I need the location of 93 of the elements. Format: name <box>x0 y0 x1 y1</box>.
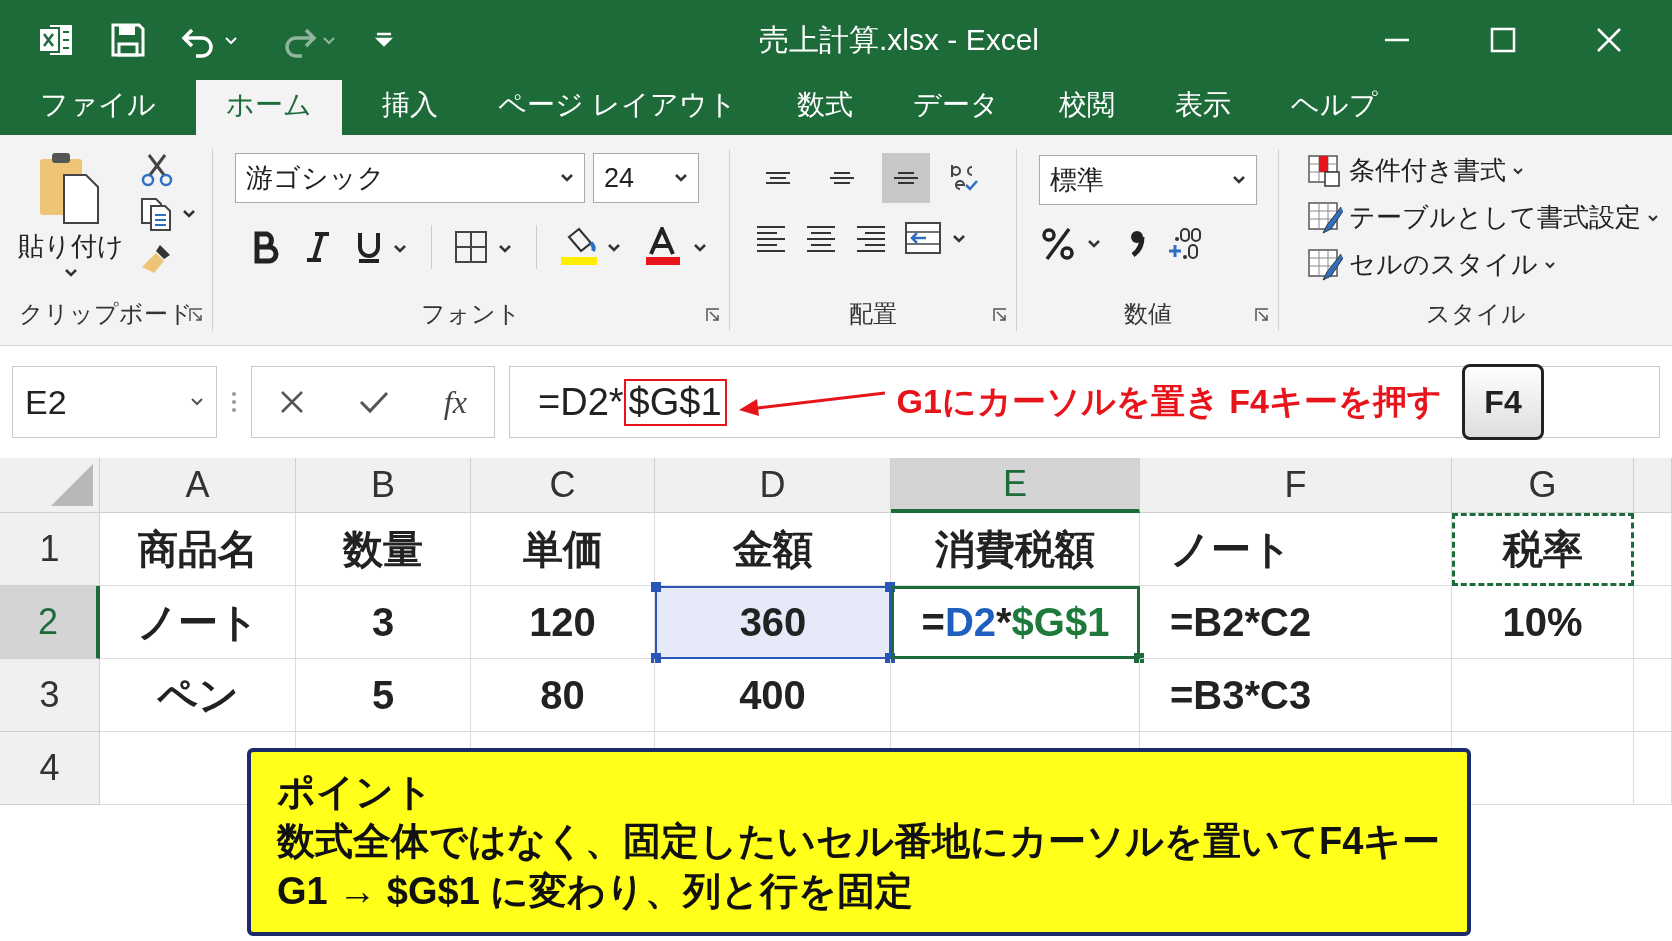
callout-text: 数式全体ではなく、固定したいセル番地にカーソルを置いてF4キー <box>277 819 1441 865</box>
styles-menu-button[interactable]: 条件付き書式 <box>1307 153 1664 188</box>
caret-icon <box>1544 259 1556 270</box>
fill-color-icon[interactable] <box>559 227 623 267</box>
callout-text: G1 → $G$1 に変わり、列と行を固定 <box>277 868 915 914</box>
copy-icon[interactable] <box>140 197 196 231</box>
column-header[interactable]: E <box>891 458 1140 513</box>
borders-icon[interactable] <box>454 230 514 264</box>
table-cell: ノート <box>100 586 296 659</box>
dialog-launcher-icon[interactable] <box>188 307 204 323</box>
dialog-launcher-icon[interactable] <box>992 307 1008 323</box>
group-label: フォント <box>421 299 521 329</box>
align-left-icon[interactable] <box>754 223 788 253</box>
highlighted-reference: $G$1 <box>623 378 727 426</box>
table-cell: =B3*C3 <box>1140 659 1452 732</box>
font-color-icon[interactable] <box>645 227 709 267</box>
table-cell: 5 <box>296 659 471 732</box>
caret-icon <box>1647 212 1659 223</box>
table-cell: 10% <box>1452 586 1634 659</box>
insert-function-button[interactable]: fx <box>443 383 467 421</box>
name-box[interactable]: E2 <box>12 366 217 438</box>
table-cell: 400 <box>655 659 891 732</box>
table-cell: 消費税額 <box>891 513 1140 586</box>
number-format-dropdown[interactable]: 標準 <box>1039 155 1257 205</box>
lines-icon <box>829 172 855 184</box>
formula-field[interactable]: =D2*$G$1 G1にカーソルを置き F4キーを押す F4 <box>509 366 1660 438</box>
underline-icon[interactable] <box>355 230 409 264</box>
dialog-launcher-icon[interactable] <box>705 307 721 323</box>
column-header[interactable]: C <box>471 458 655 513</box>
ribbon-tab[interactable]: 校閲 <box>1028 80 1145 135</box>
vertical-align-button[interactable] <box>882 153 930 203</box>
ribbon-tab[interactable]: ページ レイアウト <box>468 80 767 135</box>
caret-icon <box>1232 175 1246 185</box>
group-label: 数値 <box>1123 299 1172 329</box>
caret-icon <box>64 268 78 278</box>
styles-menu-button[interactable]: テーブルとして書式設定 <box>1307 200 1664 235</box>
caret-icon <box>1512 165 1524 176</box>
grip-icon <box>231 390 237 414</box>
group-label: クリップボード <box>19 299 193 329</box>
ribbon-tab[interactable]: データ <box>882 80 1029 135</box>
keyboard-key: F4 <box>1462 364 1544 440</box>
group-label: スタイル <box>1425 299 1526 329</box>
styles-menu-button[interactable]: セルのスタイル <box>1307 247 1664 282</box>
table-cell: ノート <box>1140 513 1452 586</box>
paste-button[interactable]: 貼り付け <box>18 149 124 297</box>
lines-icon <box>893 172 919 184</box>
table-icon <box>1307 247 1343 282</box>
table-icon <box>1307 200 1343 235</box>
save-icon[interactable] <box>110 22 146 58</box>
ribbon-tab[interactable]: 挿入 <box>352 80 468 135</box>
callout-title: ポイント <box>277 769 434 815</box>
table-cell: 商品名 <box>100 513 296 586</box>
row-header[interactable]: 3 <box>0 659 100 732</box>
align-right-icon[interactable] <box>854 223 888 253</box>
font-size-dropdown[interactable]: 24 <box>593 153 699 203</box>
caret-icon <box>190 397 204 407</box>
lines-icon <box>765 172 791 184</box>
row-header[interactable]: 4 <box>0 732 100 805</box>
scissors-icon[interactable] <box>140 153 174 187</box>
formula-text: =D2* <box>538 380 624 424</box>
checkmark-icon[interactable] <box>359 389 390 415</box>
column-header[interactable]: B <box>296 458 471 513</box>
ribbon-tab[interactable]: ホーム <box>196 80 342 135</box>
table-cell: =B2*C2 <box>1140 586 1452 659</box>
column-header[interactable]: A <box>100 458 296 513</box>
table-cell: 3 <box>296 586 471 659</box>
maximize-icon[interactable] <box>1490 27 1516 53</box>
annotation-text: G1にカーソルを置き F4キーを押す <box>896 381 1442 422</box>
table-cell: 数量 <box>296 513 471 586</box>
align-center-icon[interactable] <box>804 223 838 253</box>
close-icon[interactable] <box>1596 27 1622 53</box>
column-header[interactable]: G <box>1452 458 1634 513</box>
caret-icon <box>674 173 688 183</box>
triangle-icon <box>49 462 95 508</box>
column-header[interactable]: F <box>1140 458 1452 513</box>
table-icon <box>1307 153 1343 188</box>
font-name-dropdown[interactable]: 游ゴシック <box>235 153 585 203</box>
table-cell: 80 <box>471 659 655 732</box>
row-header[interactable]: 2 <box>0 586 100 659</box>
row-header[interactable]: 1 <box>0 513 100 586</box>
window-title: 売上計算.xlsx - Excel <box>758 21 1040 58</box>
column-header[interactable]: D <box>655 458 891 513</box>
dialog-launcher-icon[interactable] <box>1254 307 1270 323</box>
ribbon-tab[interactable]: 数式 <box>766 80 883 135</box>
ribbon-tab[interactable]: 表示 <box>1144 80 1261 135</box>
ribbon-tab[interactable]: ヘルプ <box>1260 80 1408 135</box>
table-cell: 税率 <box>1452 513 1634 586</box>
ribbon-tab[interactable]: ファイル <box>10 80 186 135</box>
cancel-icon[interactable] <box>279 389 306 415</box>
table-cell: 単価 <box>471 513 655 586</box>
table-cell: ペン <box>100 659 296 732</box>
group-label: 配置 <box>849 299 897 329</box>
caret-icon <box>560 173 574 183</box>
